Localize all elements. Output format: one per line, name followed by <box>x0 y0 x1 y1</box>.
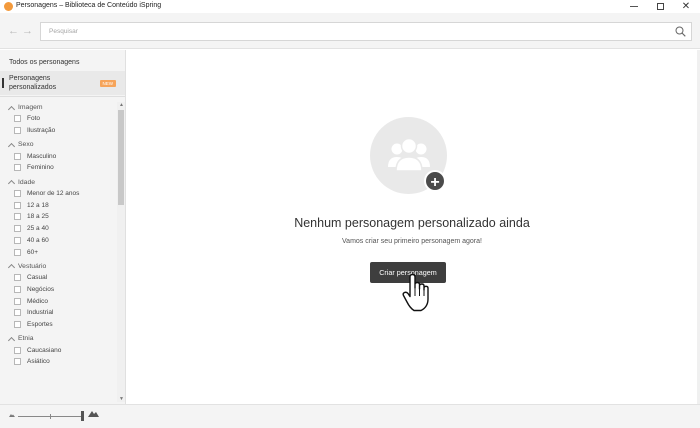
filter-group-header[interactable]: Etnia <box>7 333 117 344</box>
nav-custom-characters[interactable]: Personagens personalizados NEW <box>0 71 125 95</box>
empty-state-title: Nenhum personagem personalizado ainda <box>294 216 530 230</box>
chevron-up-icon <box>7 142 16 150</box>
zoom-tick <box>50 414 51 419</box>
filter-group-age: Idade Menor de 12 anos 12 a 18 18 a 25 2… <box>7 177 117 258</box>
scroll-down-icon[interactable]: ▼ <box>119 396 124 402</box>
filter-option[interactable]: Caucasiano <box>7 344 117 356</box>
toolbar: ← → <box>0 13 700 49</box>
filter-group-sex: Sexo Masculino Feminino <box>7 139 117 173</box>
checkbox[interactable] <box>14 274 21 282</box>
filter-option[interactable]: 25 a 40 <box>7 223 117 235</box>
filter-group-header[interactable]: Idade <box>7 177 117 188</box>
checkbox[interactable] <box>14 358 21 366</box>
plus-icon: + <box>424 170 446 192</box>
maximize-icon <box>656 3 664 10</box>
filter-group-ethnicity: Etnia Caucasiano Asiático <box>7 333 117 367</box>
zoom-slider-track[interactable] <box>18 414 83 419</box>
checkbox[interactable] <box>14 285 21 293</box>
filter-group-header[interactable]: Sexo <box>7 139 117 150</box>
filter-option[interactable]: Foto <box>7 113 117 125</box>
checkbox[interactable] <box>14 201 21 209</box>
checkbox[interactable] <box>14 115 21 123</box>
search-input[interactable] <box>41 23 661 40</box>
close-button[interactable]: ✕ <box>671 0 700 13</box>
new-badge: NEW <box>99 80 116 87</box>
filter-option[interactable]: Casual <box>7 272 117 284</box>
bottom-bar <box>0 404 700 428</box>
checkbox[interactable] <box>14 152 21 160</box>
zoom-small-icon[interactable] <box>9 413 15 417</box>
sidebar-divider <box>0 96 125 97</box>
hand-cursor-icon <box>402 274 429 312</box>
sidebar: Todos os personagens Personagens persona… <box>0 50 126 404</box>
forward-arrow-icon[interactable]: → <box>22 25 33 37</box>
filter-group-header[interactable]: Imagem <box>7 102 117 113</box>
search-box <box>40 22 692 41</box>
chevron-up-icon <box>7 336 16 344</box>
filter-option[interactable]: 18 a 25 <box>7 211 117 223</box>
chevron-up-icon <box>7 180 16 188</box>
filter-option[interactable]: Menor de 12 anos <box>7 188 117 200</box>
filter-option[interactable]: Industrial <box>7 307 117 319</box>
filter-option[interactable]: Ilustração <box>7 125 117 137</box>
chevron-up-icon <box>7 105 16 113</box>
filter-panel: Imagem Foto Ilustração Sexo Masculino Fe… <box>0 102 117 402</box>
back-arrow-icon[interactable]: ← <box>8 25 19 37</box>
active-indicator <box>2 78 4 88</box>
zoom-slider-handle[interactable] <box>81 411 84 421</box>
filter-group-header[interactable]: Vestuário <box>7 261 117 272</box>
checkbox[interactable] <box>14 225 21 233</box>
checkbox[interactable] <box>14 213 21 221</box>
nav-custom-label: Personagens personalizados <box>9 75 57 91</box>
filter-option[interactable]: Esportes <box>7 319 117 331</box>
filter-option[interactable]: 40 a 60 <box>7 235 117 247</box>
people-icon <box>388 137 430 172</box>
checkbox[interactable] <box>14 248 21 256</box>
filter-option[interactable]: Negócios <box>7 284 117 296</box>
filter-group-image: Imagem Foto Ilustração <box>7 102 117 136</box>
checkbox[interactable] <box>14 320 21 328</box>
search-icon[interactable] <box>675 26 686 37</box>
checkbox[interactable] <box>14 297 21 305</box>
filter-option[interactable]: 12 a 18 <box>7 199 117 211</box>
app-icon <box>4 2 13 11</box>
checkbox[interactable] <box>14 236 21 244</box>
main-content: + Nenhum personagem personalizado ainda … <box>127 50 697 404</box>
checkbox[interactable] <box>14 127 21 135</box>
window-title: Personagens – Biblioteca de Conteúdo iSp… <box>16 2 162 9</box>
checkbox[interactable] <box>14 164 21 172</box>
filter-option[interactable]: Feminino <box>7 162 117 174</box>
sidebar-scrollbar[interactable]: ▲ ▼ <box>117 102 125 402</box>
filter-option[interactable]: 60+ <box>7 246 117 258</box>
empty-state-subtitle: Vamos criar seu primeiro personagem agor… <box>342 238 482 245</box>
scrollbar-thumb[interactable] <box>118 110 124 205</box>
checkbox[interactable] <box>14 309 21 317</box>
title-bar: Personagens – Biblioteca de Conteúdo iSp… <box>0 0 700 13</box>
minimize-icon <box>630 6 638 7</box>
zoom-large-icon[interactable] <box>88 410 99 417</box>
filter-option[interactable]: Asiático <box>7 356 117 368</box>
chevron-up-icon <box>7 264 16 272</box>
filter-group-clothing: Vestuário Casual Negócios Médico Industr… <box>7 261 117 330</box>
nav-all-characters[interactable]: Todos os personagens <box>0 56 125 70</box>
scroll-up-icon[interactable]: ▲ <box>119 102 124 108</box>
checkbox[interactable] <box>14 346 21 354</box>
filter-option[interactable]: Médico <box>7 295 117 307</box>
filter-option[interactable]: Masculino <box>7 150 117 162</box>
checkbox[interactable] <box>14 190 21 198</box>
